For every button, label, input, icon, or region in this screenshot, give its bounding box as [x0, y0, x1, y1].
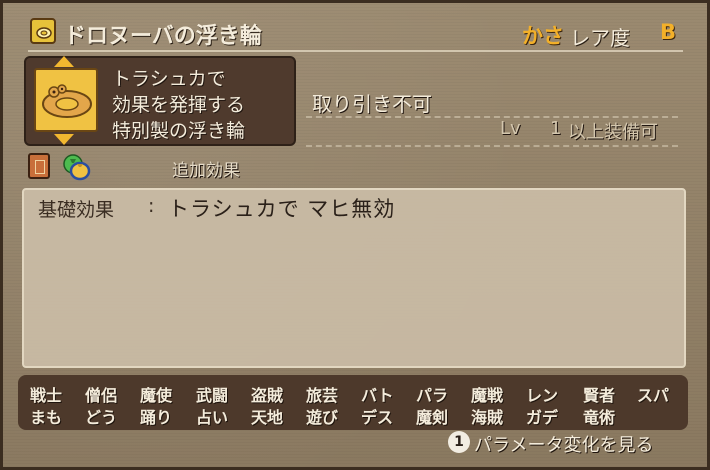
- job-row2-5: 遊び: [306, 408, 339, 427]
- trade-status: 取り引き不可: [312, 92, 432, 116]
- level-value: 1: [550, 118, 562, 139]
- description-line-1: トラシュカで: [112, 68, 226, 90]
- job-row1-5: 旅芸: [306, 386, 339, 405]
- parameter-change-hint[interactable]: パラメータ変化を見る: [474, 431, 653, 457]
- title-divider: [28, 50, 683, 52]
- job-row2-0: まも: [30, 408, 63, 427]
- job-row1-3: 武闘: [196, 386, 229, 405]
- rarity-label: レア度: [570, 26, 630, 50]
- extra-effect-label: 追加効果: [172, 161, 240, 181]
- level-suffix: 以上装備可: [568, 122, 658, 143]
- effect-text: トラシュカで マヒ無効: [168, 197, 396, 221]
- item-category: かさ: [522, 24, 564, 48]
- book-icon[interactable]: [28, 153, 50, 179]
- float-ring-icon: [30, 18, 56, 44]
- job-row1-10: 賢者: [583, 386, 616, 405]
- job-row2-8: 海賊: [471, 408, 504, 427]
- effect-label: 基礎効果: [38, 199, 115, 221]
- job-row2-1: どう: [85, 408, 118, 427]
- job-row2-6: デス: [361, 408, 394, 427]
- item-title: ドロヌーバの浮き輪: [64, 24, 262, 49]
- job-row1-2: 魔使: [140, 386, 173, 405]
- job-row1-11: スパ: [637, 386, 670, 405]
- job-row1-0: 戦士: [30, 386, 63, 405]
- effect-colon: :: [148, 195, 155, 217]
- job-row2-10: 竜術: [583, 408, 616, 427]
- description-line-3: 特別製の浮き輪: [112, 120, 246, 142]
- level-label: Lv: [500, 118, 521, 139]
- description-line-2: 効果を発揮する: [112, 94, 246, 116]
- job-row2-7: 魔剣: [416, 408, 449, 427]
- job-row2-4: 天地: [251, 408, 284, 427]
- job-row1-7: パラ: [416, 386, 449, 405]
- rarity-value: B: [660, 20, 677, 44]
- job-row1-9: レン: [526, 386, 559, 405]
- job-row1-8: 魔戦: [471, 386, 504, 405]
- arrow-down-icon[interactable]: [54, 134, 74, 145]
- bag-icon[interactable]: [62, 153, 92, 181]
- button-1-icon[interactable]: 1: [448, 431, 470, 453]
- job-row2-3: 占い: [196, 408, 229, 427]
- job-row1-4: 盗賊: [251, 386, 284, 405]
- job-row1-1: 僧侶: [85, 386, 118, 405]
- arrow-up-icon[interactable]: [54, 56, 74, 67]
- job-row2-9: ガデ: [526, 408, 559, 427]
- job-row1-6: バト: [361, 386, 394, 405]
- item-float-ring-icon: [34, 68, 98, 132]
- job-row2-2: 踊り: [140, 408, 173, 427]
- divider: [306, 145, 678, 147]
